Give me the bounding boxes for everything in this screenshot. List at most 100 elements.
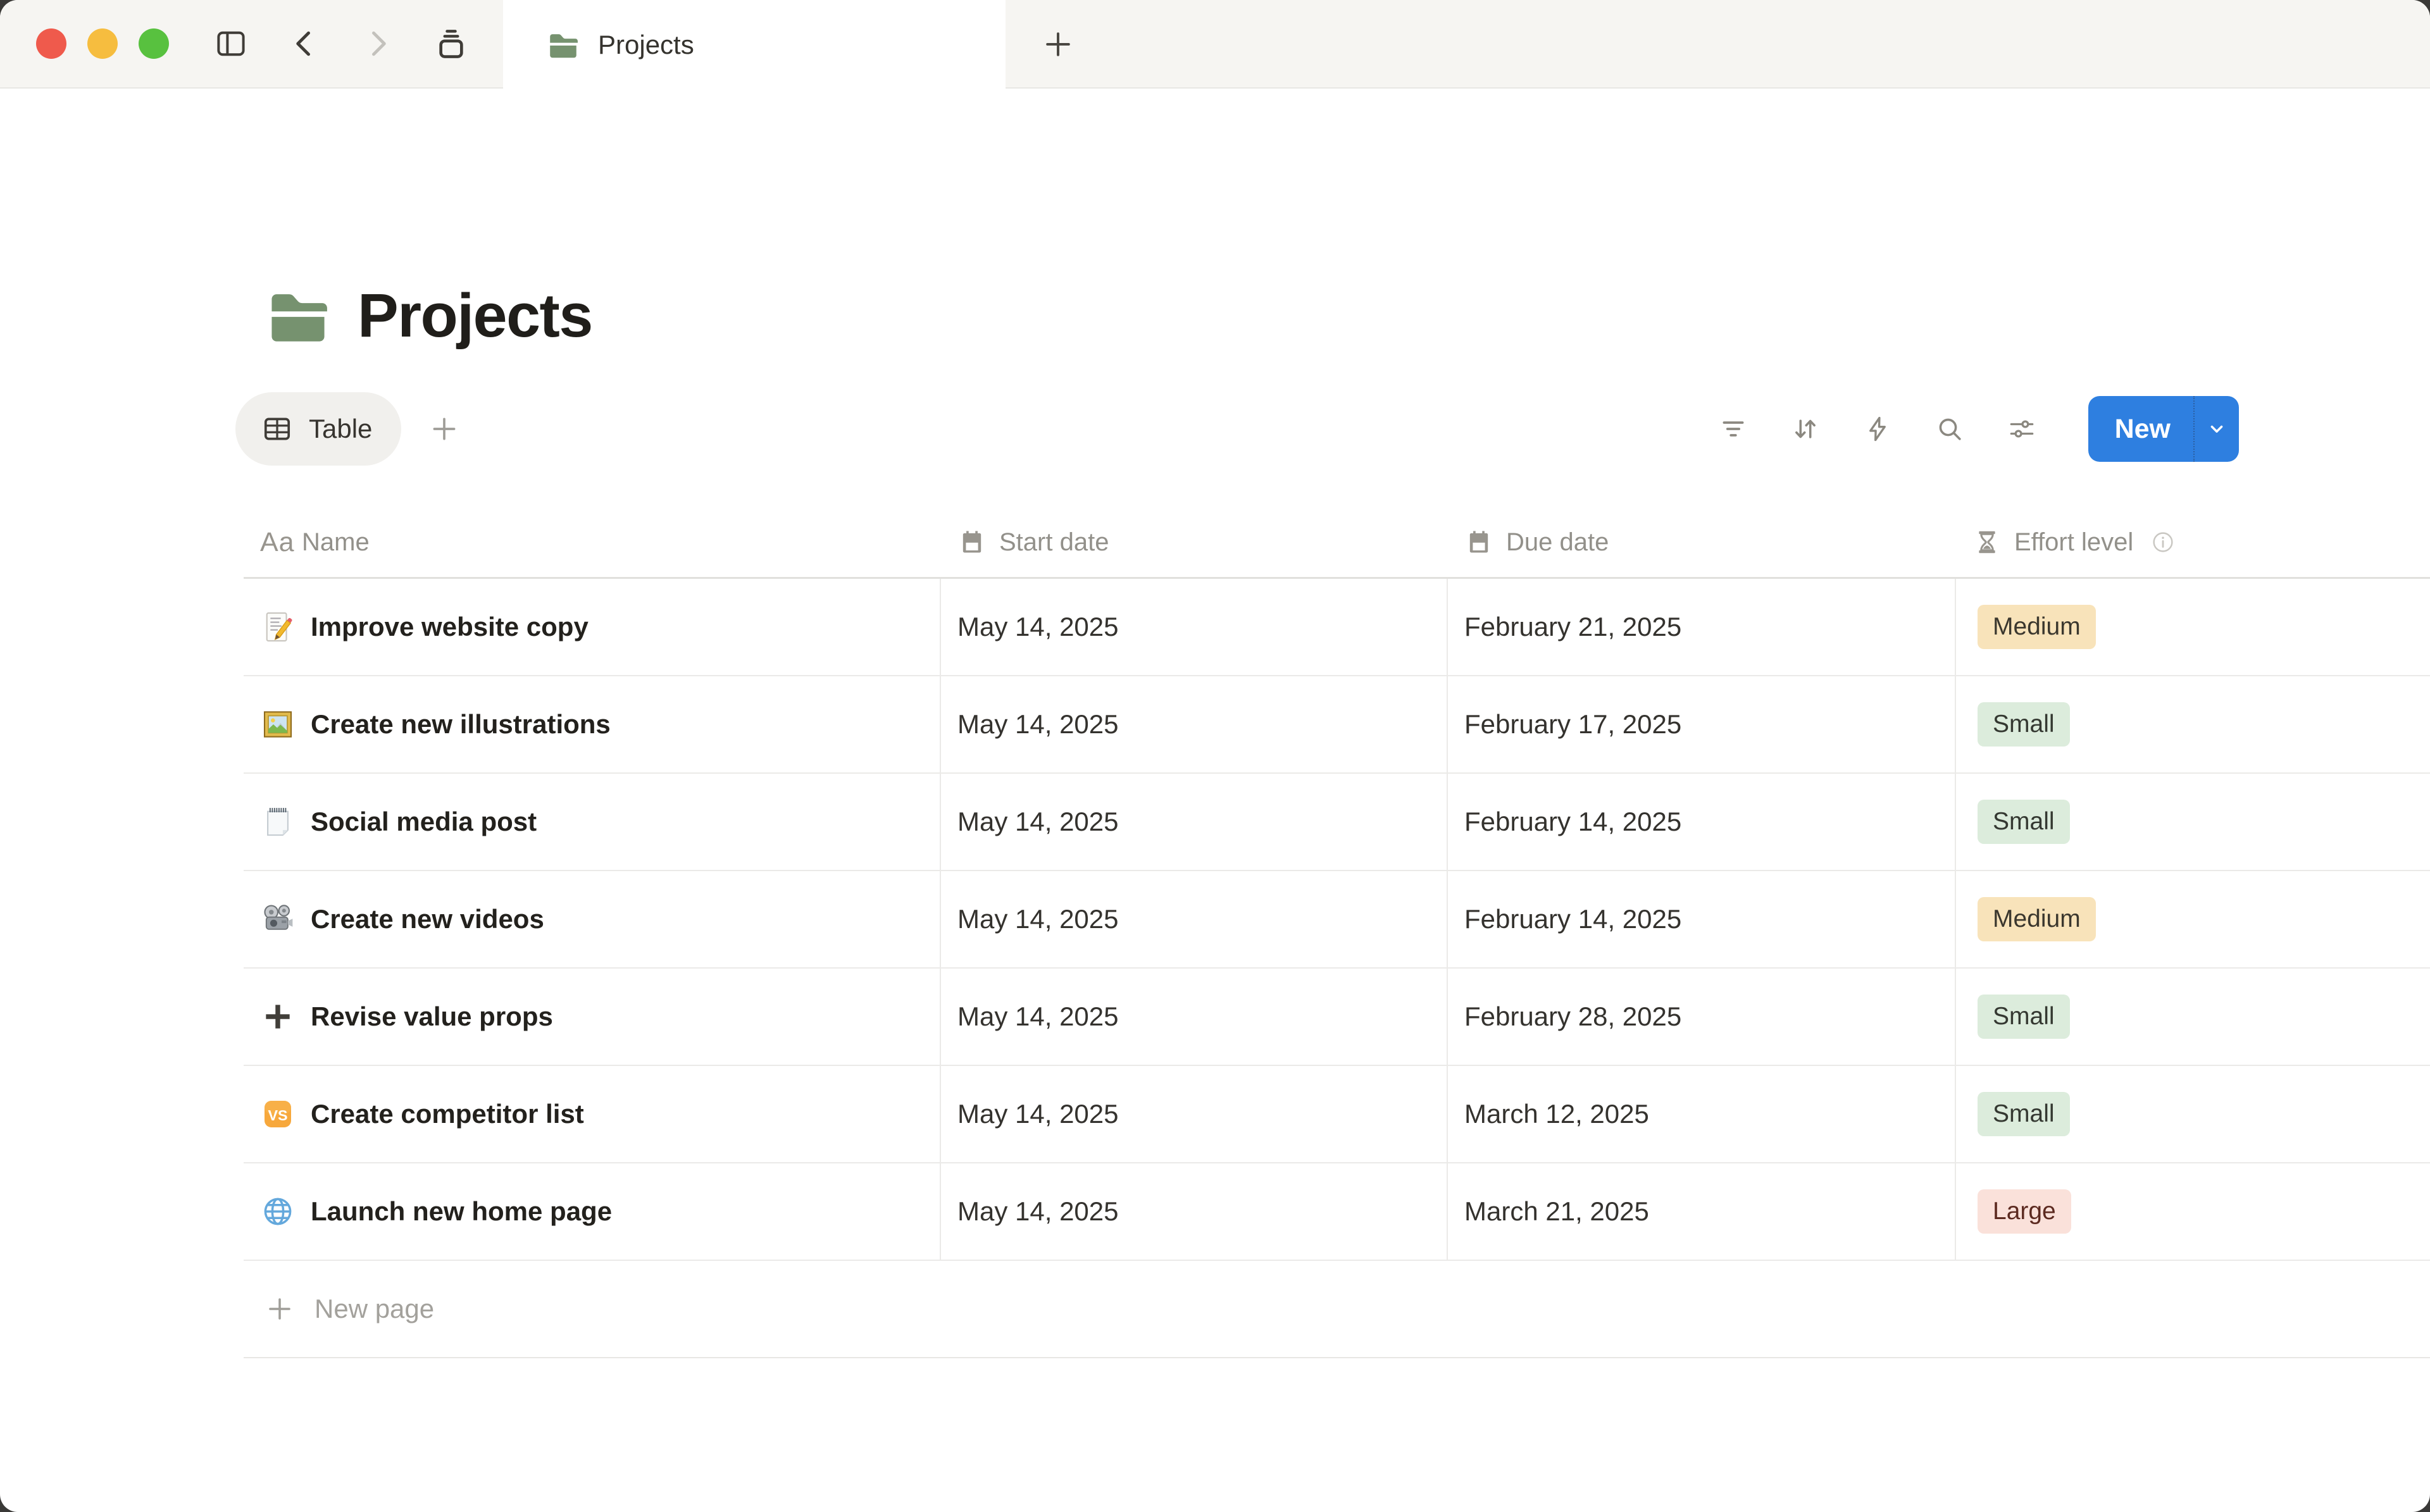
start-date-value: May 14, 2025	[957, 1099, 1119, 1129]
effort-badge[interactable]: Small	[1978, 702, 2070, 747]
row-name-cell[interactable]: VS Create competitor list	[244, 1066, 941, 1162]
row-name: Create new illustrations	[311, 709, 611, 740]
new-button[interactable]: New	[2088, 396, 2239, 462]
column-header-effort-level[interactable]: Effort level	[1956, 507, 2430, 577]
row-start-date-cell[interactable]: May 14, 2025	[941, 676, 1448, 772]
new-page-row[interactable]: New page	[244, 1261, 2430, 1358]
info-icon[interactable]	[2150, 529, 2176, 555]
row-effort-cell[interactable]: Large	[1956, 1163, 2430, 1260]
column-header-due-date[interactable]: Due date	[1448, 507, 1956, 577]
search-icon[interactable]	[1934, 413, 1966, 445]
column-header-label: Name	[302, 528, 370, 557]
row-name-cell[interactable]: Improve website copy	[244, 579, 941, 675]
table-row: Create new videos May 14, 2025 February 14…	[244, 871, 2430, 969]
row-effort-cell[interactable]: Small	[1956, 969, 2430, 1065]
table-header-row: Aa Name Start date Due date Effort level	[244, 507, 2430, 579]
tab-bar: Projects	[0, 0, 2430, 89]
due-date-value: February 21, 2025	[1464, 612, 1681, 642]
table-row: Improve website copyMay 14, 2025 February…	[244, 579, 2430, 676]
effort-badge[interactable]: Small	[1978, 800, 2070, 844]
table-row: VS Create competitor list May 14, 2025 Marc…	[244, 1066, 2430, 1163]
row-effort-cell[interactable]: Medium	[1956, 579, 2430, 675]
sidebar-toggle-icon[interactable]	[213, 26, 249, 61]
view-bar: Table New	[235, 392, 2381, 466]
view-settings-icon[interactable]	[2006, 413, 2038, 445]
row-start-date-cell[interactable]: May 14, 2025	[941, 969, 1448, 1065]
back-icon[interactable]	[287, 26, 322, 61]
row-effort-cell[interactable]: Small	[1956, 676, 2430, 772]
row-name: Social media post	[311, 807, 537, 837]
new-tab-button[interactable]	[1040, 27, 1076, 62]
tab-title: Projects	[598, 30, 694, 60]
row-name: Create new videos	[311, 904, 544, 934]
table-view-icon	[261, 412, 294, 445]
effort-badge[interactable]: Medium	[1978, 605, 2096, 649]
sort-icon[interactable]	[1790, 413, 1821, 445]
row-effort-cell[interactable]: Small	[1956, 774, 2430, 870]
column-header-start-date[interactable]: Start date	[941, 507, 1448, 577]
new-page-label: New page	[315, 1294, 434, 1324]
plus-emoji-icon	[260, 999, 296, 1034]
table-row: Social media post May 14, 2025 February 14…	[244, 774, 2430, 871]
row-name-cell[interactable]: Create new illustrations	[244, 676, 941, 772]
window-toolbar	[213, 26, 469, 61]
row-start-date-cell[interactable]: May 14, 2025	[941, 579, 1448, 675]
page-title[interactable]: Projects	[358, 280, 592, 351]
new-button-dropdown[interactable]	[2193, 396, 2239, 462]
row-due-date-cell[interactable]: February 17, 2025	[1448, 676, 1956, 772]
row-start-date-cell[interactable]: May 14, 2025	[941, 774, 1448, 870]
tab-projects[interactable]: Projects	[503, 0, 1006, 90]
row-name-cell[interactable]: Social media post	[244, 774, 941, 870]
column-header-label: Start date	[999, 528, 1109, 557]
row-due-date-cell[interactable]: February 14, 2025	[1448, 774, 1956, 870]
row-due-date-cell[interactable]: February 21, 2025	[1448, 579, 1956, 675]
automation-icon[interactable]	[1862, 413, 1893, 445]
effort-badge[interactable]: Small	[1978, 995, 2070, 1039]
effort-badge[interactable]: Small	[1978, 1092, 2070, 1136]
text-icon: Aa	[260, 528, 289, 557]
zoom-window-button[interactable]	[139, 28, 169, 59]
start-date-value: May 14, 2025	[957, 1196, 1119, 1227]
row-name-cell[interactable]: Launch new home page	[244, 1163, 941, 1260]
notepad-icon	[260, 804, 296, 840]
calendar-icon	[957, 528, 987, 557]
row-start-date-cell[interactable]: May 14, 2025	[941, 871, 1448, 967]
row-due-date-cell[interactable]: February 28, 2025	[1448, 969, 1956, 1065]
traffic-lights	[36, 28, 169, 59]
row-due-date-cell[interactable]: March 21, 2025	[1448, 1163, 1956, 1260]
row-start-date-cell[interactable]: May 14, 2025	[941, 1163, 1448, 1260]
close-window-button[interactable]	[36, 28, 66, 59]
view-actions	[1717, 413, 2038, 445]
start-date-value: May 14, 2025	[957, 807, 1119, 837]
view-tab-table[interactable]: Table	[235, 392, 401, 466]
row-name-cell[interactable]: Create new videos	[244, 871, 941, 967]
chevron-down-icon	[2205, 417, 2229, 441]
vs-icon: VS	[260, 1096, 296, 1132]
row-due-date-cell[interactable]: February 14, 2025	[1448, 871, 1956, 967]
add-view-button[interactable]	[428, 412, 461, 445]
column-header-label: Due date	[1506, 528, 1609, 557]
forward-icon[interactable]	[360, 26, 396, 61]
row-name: Create competitor list	[311, 1099, 584, 1129]
minimize-window-button[interactable]	[87, 28, 118, 59]
due-date-value: February 14, 2025	[1464, 904, 1681, 934]
row-effort-cell[interactable]: Small	[1956, 1066, 2430, 1162]
new-button-label[interactable]: New	[2088, 414, 2193, 445]
column-header-label: Effort level	[2014, 528, 2133, 557]
globe-icon	[260, 1194, 296, 1229]
database-table: Aa Name Start date Due date Effort level Impr…	[244, 507, 2430, 1358]
due-date-value: March 21, 2025	[1464, 1196, 1649, 1227]
row-effort-cell[interactable]: Medium	[1956, 871, 2430, 967]
view-label: Table	[309, 414, 372, 444]
memo-icon	[260, 609, 296, 645]
filter-icon[interactable]	[1717, 413, 1749, 445]
row-name: Launch new home page	[311, 1196, 612, 1227]
row-name-cell[interactable]: Revise value props	[244, 969, 941, 1065]
row-due-date-cell[interactable]: March 12, 2025	[1448, 1066, 1956, 1162]
column-header-name[interactable]: Aa Name	[244, 507, 941, 577]
effort-badge[interactable]: Medium	[1978, 897, 2096, 941]
row-start-date-cell[interactable]: May 14, 2025	[941, 1066, 1448, 1162]
page-folder-icon[interactable]	[261, 279, 335, 352]
effort-badge[interactable]: Large	[1978, 1189, 2071, 1234]
tab-overview-icon[interactable]	[433, 26, 469, 61]
